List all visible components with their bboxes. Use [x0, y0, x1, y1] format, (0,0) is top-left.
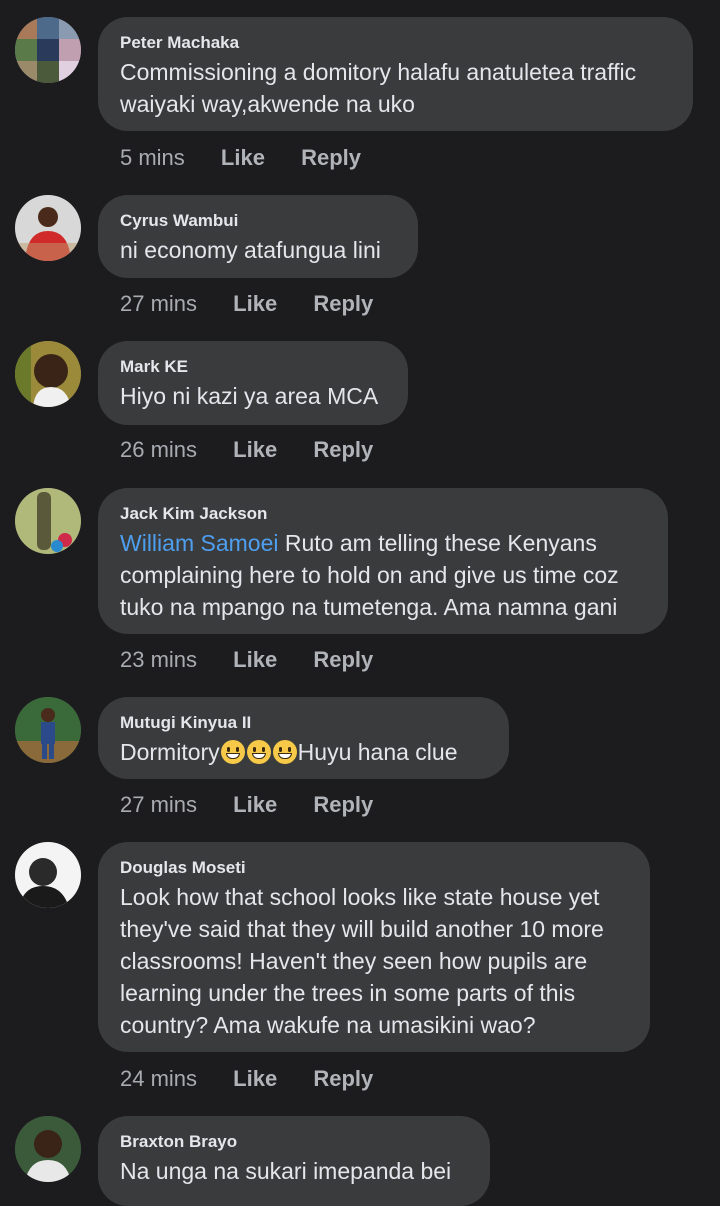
- like-button[interactable]: Like: [233, 647, 277, 672]
- like-button[interactable]: Like: [221, 145, 265, 170]
- comment-actions: 27 mins Like Reply: [120, 291, 403, 317]
- comment-text: Hiyo ni kazi ya area MCA: [120, 383, 379, 409]
- comment-text: William Samoei Ruto am telling these Ken…: [120, 527, 646, 623]
- comment-bubble: Mutugi Kinyua II Dormitory Huyu hana clue: [98, 697, 509, 779]
- comment-author[interactable]: Cyrus Wambui: [120, 211, 396, 231]
- comment-actions: 24 mins Like Reply: [120, 1066, 403, 1092]
- avatar[interactable]: [15, 341, 81, 407]
- comment-actions: 27 mins Like Reply: [120, 792, 403, 818]
- comment-bubble: Mark KE Hiyo ni kazi ya area MCA: [98, 341, 408, 425]
- comment-author[interactable]: Mark KE: [120, 357, 386, 377]
- comment-time[interactable]: 24 mins: [120, 1066, 197, 1091]
- grinning-face-emoji: [220, 740, 245, 764]
- comment-text: ni economy atafungua lini: [120, 237, 381, 263]
- comment-actions: 26 mins Like Reply: [120, 437, 403, 463]
- comment-bubble: Jack Kim Jackson William Samoei Ruto am …: [98, 488, 668, 634]
- like-button[interactable]: Like: [233, 291, 277, 316]
- avatar[interactable]: [15, 1116, 81, 1182]
- comment-text: Commissioning a domitory halafu anatulet…: [120, 59, 637, 117]
- avatar[interactable]: [15, 697, 81, 763]
- reply-button[interactable]: Reply: [313, 647, 373, 672]
- comment-time[interactable]: 26 mins: [120, 437, 197, 462]
- comment-bubble: Douglas Moseti Look how that school look…: [98, 842, 650, 1052]
- grinning-face-emoji: [272, 740, 297, 764]
- comment-bubble: Cyrus Wambui ni economy atafungua lini: [98, 195, 418, 278]
- comment-text: Dormitory Huyu hana clue: [120, 736, 487, 768]
- comment-text: Na unga na sukari imepanda bei: [120, 1158, 452, 1184]
- reply-button[interactable]: Reply: [301, 145, 361, 170]
- comment-text-before: Dormitory: [120, 739, 220, 765]
- comment-actions: 23 mins Like Reply: [120, 647, 403, 673]
- comment-author[interactable]: Peter Machaka: [120, 33, 671, 53]
- comment-author[interactable]: Douglas Moseti: [120, 858, 628, 878]
- avatar[interactable]: [15, 488, 81, 554]
- avatar[interactable]: [15, 195, 81, 261]
- comment-time[interactable]: 27 mins: [120, 792, 197, 817]
- avatar[interactable]: [15, 17, 81, 83]
- like-button[interactable]: Like: [233, 437, 277, 462]
- comment-author[interactable]: Braxton Brayo: [120, 1132, 468, 1152]
- reply-button[interactable]: Reply: [313, 437, 373, 462]
- comment-time[interactable]: 5 mins: [120, 145, 185, 170]
- comment-actions: 5 mins Like Reply: [120, 145, 391, 171]
- comment-time[interactable]: 27 mins: [120, 291, 197, 316]
- comment-author[interactable]: Mutugi Kinyua II: [120, 713, 487, 733]
- reply-button[interactable]: Reply: [313, 792, 373, 817]
- avatar[interactable]: [15, 842, 81, 908]
- reply-button[interactable]: Reply: [313, 1066, 373, 1091]
- user-mention-link[interactable]: William Samoei: [120, 530, 278, 556]
- comment-author[interactable]: Jack Kim Jackson: [120, 504, 646, 524]
- like-button[interactable]: Like: [233, 1066, 277, 1091]
- comment-text-after: Huyu hana clue: [297, 739, 458, 765]
- comment-bubble: Peter Machaka Commissioning a domitory h…: [98, 17, 693, 131]
- comment-bubble: Braxton Brayo Na unga na sukari imepanda…: [98, 1116, 490, 1206]
- comment-time[interactable]: 23 mins: [120, 647, 197, 672]
- comment-text: Look how that school looks like state ho…: [120, 884, 604, 1038]
- grinning-face-emoji: [246, 740, 271, 764]
- like-button[interactable]: Like: [233, 792, 277, 817]
- reply-button[interactable]: Reply: [313, 291, 373, 316]
